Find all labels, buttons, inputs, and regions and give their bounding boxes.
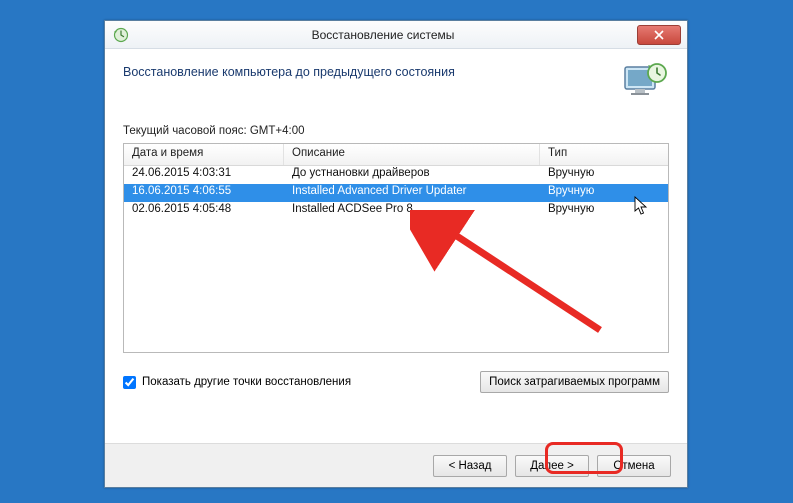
window-title: Восстановление системы (129, 28, 637, 42)
table-cell-type: Вручную (540, 202, 668, 220)
restore-points-table: Дата и время Описание Тип 24.06.2015 4:0… (123, 143, 669, 353)
system-restore-window: Восстановление системы Восстановление ко… (104, 20, 688, 488)
table-cell-type: Вручную (540, 184, 668, 202)
table-body: 24.06.2015 4:03:31До устнановки драйверо… (124, 166, 668, 220)
table-cell-desc: Installed Advanced Driver Updater (284, 184, 540, 202)
column-header-date[interactable]: Дата и время (124, 144, 284, 165)
table-cell-date: 02.06.2015 4:05:48 (124, 202, 284, 220)
next-button[interactable]: Далее > (515, 455, 589, 477)
table-header: Дата и время Описание Тип (124, 144, 668, 166)
back-button[interactable]: < Назад (433, 455, 507, 477)
table-row[interactable]: 16.06.2015 4:06:55Installed Advanced Dri… (124, 184, 668, 202)
table-cell-date: 24.06.2015 4:03:31 (124, 166, 284, 184)
checkbox-label: Показать другие точки восстановления (142, 376, 351, 388)
table-row[interactable]: 24.06.2015 4:03:31До устнановки драйверо… (124, 166, 668, 184)
checkbox-input[interactable] (123, 376, 136, 389)
column-header-description[interactable]: Описание (284, 144, 540, 165)
wizard-footer: < Назад Далее > Отмена (105, 443, 687, 487)
cancel-button[interactable]: Отмена (597, 455, 671, 477)
page-heading: Восстановление компьютера до предыдущего… (123, 61, 455, 79)
content-area: Восстановление компьютера до предыдущего… (105, 49, 687, 393)
table-row[interactable]: 02.06.2015 4:05:48Installed ACDSee Pro 8… (124, 202, 668, 220)
titlebar: Восстановление системы (105, 21, 687, 49)
system-restore-icon (113, 27, 129, 43)
close-button[interactable] (637, 25, 681, 45)
table-cell-date: 16.06.2015 4:06:55 (124, 184, 284, 202)
restore-monitor-icon (621, 61, 669, 105)
close-icon (654, 30, 664, 40)
show-more-points-checkbox[interactable]: Показать другие точки восстановления (123, 376, 351, 389)
table-cell-desc: До устнановки драйверов (284, 166, 540, 184)
table-cell-desc: Installed ACDSee Pro 8 (284, 202, 540, 220)
timezone-label: Текущий часовой пояс: GMT+4:00 (123, 125, 669, 137)
column-header-type[interactable]: Тип (540, 144, 668, 165)
table-cell-type: Вручную (540, 166, 668, 184)
scan-affected-programs-button[interactable]: Поиск затрагиваемых программ (480, 371, 669, 393)
